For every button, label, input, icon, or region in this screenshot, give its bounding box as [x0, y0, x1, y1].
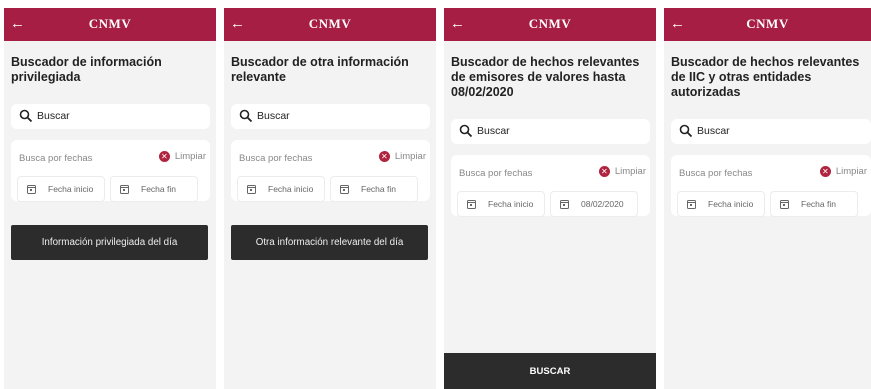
- start-date-field[interactable]: Fecha inicio: [17, 176, 105, 202]
- calendar-icon: [247, 184, 256, 194]
- search-icon: [679, 124, 693, 138]
- app-title: CNMV: [88, 16, 132, 31]
- start-date-field[interactable]: Fecha inicio: [457, 191, 545, 217]
- date-filter-card: Busca por fechas ✕ Limpiar Fecha inicio 0…: [451, 155, 650, 217]
- calendar-icon: [560, 199, 569, 209]
- search-icon: [19, 109, 33, 123]
- end-date-value: Fecha fin: [801, 199, 836, 209]
- app-bar: ← CNMV: [664, 8, 871, 41]
- search-input[interactable]: Buscar: [451, 119, 650, 144]
- clear-label: Limpiar: [835, 166, 867, 177]
- app-title: CNMV: [746, 16, 789, 31]
- end-date-field[interactable]: Fecha fin: [770, 191, 858, 217]
- search-submit-button[interactable]: BUSCAR: [444, 353, 656, 389]
- search-placeholder: Buscar: [697, 125, 730, 137]
- date-filter-label: Busca por fechas: [19, 153, 93, 164]
- start-date-value: Fecha inicio: [488, 199, 534, 209]
- app-bar: ← CNMV: [224, 8, 436, 41]
- search-placeholder: Buscar: [37, 110, 70, 122]
- calendar-icon: [340, 184, 349, 194]
- close-circle-icon: ✕: [819, 166, 831, 177]
- app-bar: ← CNMV: [4, 8, 216, 41]
- end-date-field[interactable]: 08/02/2020: [550, 191, 638, 217]
- clear-label: Limpiar: [394, 151, 426, 162]
- end-date-field[interactable]: Fecha fin: [330, 176, 418, 202]
- clear-label: Limpiar: [174, 151, 206, 162]
- search-placeholder: Buscar: [477, 125, 510, 137]
- page-title: Buscador de información privilegiada: [11, 55, 162, 84]
- date-filter-label: Busca por fechas: [459, 168, 533, 179]
- app-title: CNMV: [528, 16, 572, 31]
- clear-button[interactable]: ✕ Limpiar: [819, 166, 867, 177]
- calendar-icon: [27, 184, 36, 194]
- search-icon: [459, 124, 473, 138]
- close-circle-icon: ✕: [158, 151, 170, 162]
- start-date-value: Fecha inicio: [48, 184, 94, 194]
- calendar-icon: [467, 199, 476, 209]
- start-date-value: Fecha inicio: [268, 184, 314, 194]
- screen-other-relevant-info: ← CNMV Buscador de otra información rele…: [224, 8, 436, 389]
- date-filter-label: Busca por fechas: [239, 153, 313, 164]
- search-input[interactable]: Buscar: [231, 104, 430, 129]
- page-title: Buscador de otra información relevante: [231, 55, 409, 84]
- close-circle-icon: ✕: [378, 151, 390, 162]
- date-filter-card: Busca por fechas ✕ Limpiar Fecha inicio F…: [11, 140, 210, 202]
- date-filter-card: Busca por fechas ✕ Limpiar Fecha inicio F…: [671, 155, 871, 217]
- search-input[interactable]: Buscar: [11, 104, 210, 129]
- end-date-value: Fecha fin: [141, 184, 176, 194]
- clear-button[interactable]: ✕ Limpiar: [158, 151, 206, 162]
- start-date-field[interactable]: Fecha inicio: [677, 191, 765, 217]
- end-date-value: Fecha fin: [361, 184, 396, 194]
- screen-relevant-facts-issuers: ← CNMV Buscador de hechos relevantes de …: [444, 8, 656, 389]
- screen-privileged-info: ← CNMV Buscador de información privilegi…: [4, 8, 216, 389]
- search-placeholder: Buscar: [257, 110, 290, 122]
- page-title: Buscador de hechos relevantes de IIC y o…: [671, 55, 860, 99]
- screen-relevant-facts-iic: ← CNMV Buscador de hechos relevantes de …: [664, 8, 871, 389]
- end-date-field[interactable]: Fecha fin: [110, 176, 198, 202]
- end-date-value: 08/02/2020: [581, 199, 624, 209]
- clear-button[interactable]: ✕ Limpiar: [598, 166, 646, 177]
- calendar-icon: [120, 184, 129, 194]
- search-input[interactable]: Buscar: [671, 119, 871, 144]
- app-title: CNMV: [308, 16, 352, 31]
- start-date-value: Fecha inicio: [708, 199, 754, 209]
- date-filter-card: Busca por fechas ✕ Limpiar Fecha inicio F…: [231, 140, 430, 202]
- search-icon: [239, 109, 253, 123]
- clear-label: Limpiar: [614, 166, 646, 177]
- calendar-icon: [780, 199, 789, 209]
- daily-info-button[interactable]: Información privilegiada del día: [11, 225, 208, 260]
- daily-info-button[interactable]: Otra información relevante del día: [231, 225, 428, 260]
- app-bar: ← CNMV: [444, 8, 656, 41]
- calendar-icon: [687, 199, 696, 209]
- start-date-field[interactable]: Fecha inicio: [237, 176, 325, 202]
- clear-button[interactable]: ✕ Limpiar: [378, 151, 426, 162]
- close-circle-icon: ✕: [598, 166, 610, 177]
- date-filter-label: Busca por fechas: [679, 168, 753, 179]
- page-title: Buscador de hechos relevantes de emisore…: [451, 55, 640, 99]
